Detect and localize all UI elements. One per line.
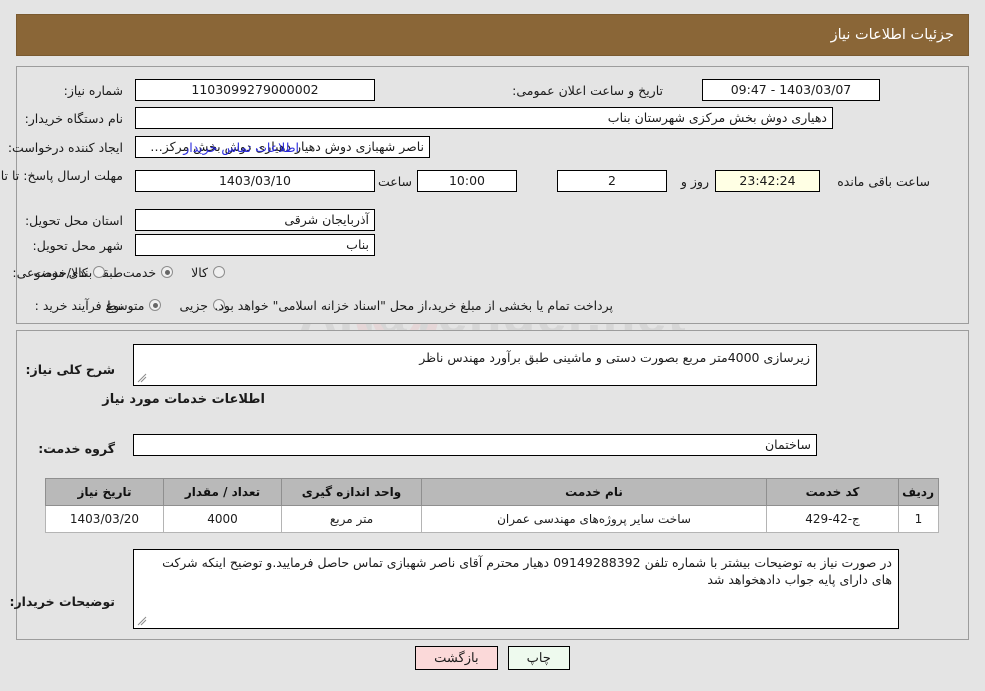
table-column-header-3: واحد اندازه گیری bbox=[281, 478, 422, 506]
city-label: شهر محل تحویل: bbox=[32, 237, 123, 253]
province-label-row: استان محل تحویل: bbox=[25, 209, 123, 231]
deadline-label: مهلت ارسال پاسخ: تا تاریخ: bbox=[0, 168, 123, 183]
process-option-label: جزیی bbox=[179, 297, 208, 313]
description-value: زیرسازی 4000متر مربع بصورت دستی و ماشینی… bbox=[419, 350, 810, 365]
deadline-hour-label-row: ساعت bbox=[378, 170, 412, 192]
resize-grip-icon bbox=[137, 373, 147, 383]
province-value: آذربایجان شرقی bbox=[135, 209, 375, 231]
announce-datetime-label-row: تاریخ و ساعت اعلان عمومی: bbox=[512, 79, 663, 101]
process-option-label: متوسط bbox=[105, 297, 145, 313]
days-and-label-row: روز و bbox=[681, 170, 709, 192]
announce-datetime-label: تاریخ و ساعت اعلان عمومی: bbox=[512, 82, 663, 98]
remaining-label-row: ساعت باقی مانده bbox=[837, 170, 930, 192]
announce-datetime-value: 1403/03/07 - 09:47 bbox=[702, 79, 880, 101]
table-cell-unit: متر مربع bbox=[281, 505, 422, 533]
service-group-label: گروه خدمت: bbox=[38, 440, 115, 456]
resize-grip-icon bbox=[137, 616, 147, 626]
province-label: استان محل تحویل: bbox=[24, 212, 123, 228]
need-number-value: 1103099279000002 bbox=[135, 79, 375, 101]
need-number-label: شماره نیاز: bbox=[63, 82, 123, 98]
buyer-notes-value: در صورت نیاز به توضیحات بیشتر با شماره ت… bbox=[162, 555, 892, 587]
page-title: جزئیات اطلاعات نیاز bbox=[830, 27, 954, 43]
services-section-heading: اطلاعات خدمات مورد نیاز bbox=[102, 392, 265, 407]
back-button[interactable]: بازگشت bbox=[415, 646, 498, 670]
city-label-row: شهر محل تحویل: bbox=[33, 234, 123, 256]
table-column-header-2: نام خدمت bbox=[421, 478, 767, 506]
deadline-label-row: مهلت ارسال پاسخ: تا تاریخ: bbox=[0, 166, 123, 204]
buyer-org-label: نام دستگاه خریدار: bbox=[24, 110, 123, 126]
contact-link-row[interactable]: اطلاعات تماس خریدار bbox=[183, 136, 299, 158]
deadline-date: 1403/03/10 bbox=[135, 170, 375, 192]
table-row: 1 ج-42-429 ساخت سایر پروژه‌های مهندسی عمرا… bbox=[45, 505, 939, 533]
table-column-header-0: ردیف bbox=[898, 478, 939, 506]
remaining-label: ساعت باقی مانده bbox=[837, 173, 930, 189]
requester-label-row: ایجاد کننده درخواست: bbox=[8, 136, 123, 158]
buyer-contact-link[interactable]: اطلاعات تماس خریدار bbox=[183, 140, 299, 155]
process-radio-group[interactable]: جزیی متوسط bbox=[87, 294, 225, 316]
print-button[interactable]: چاپ bbox=[507, 646, 570, 670]
buyer-notes-textarea[interactable]: در صورت نیاز به توضیحات بیشتر با شماره ت… bbox=[133, 549, 899, 629]
need-number-label-row: شماره نیاز: bbox=[64, 79, 123, 101]
table-column-header-4: تعداد / مقدار bbox=[163, 478, 282, 506]
table-cell-quantity: 4000 bbox=[163, 505, 282, 533]
footer-button-bar: بازگشت چاپ bbox=[0, 646, 985, 670]
process-note-row: پرداخت تمام یا بخشی از مبلغ خرید،از محل … bbox=[214, 294, 613, 316]
page-header-band: جزئیات اطلاعات نیاز bbox=[16, 14, 969, 56]
description-textarea[interactable]: زیرسازی 4000متر مربع بصورت دستی و ماشینی… bbox=[133, 344, 817, 386]
requester-label: ایجاد کننده درخواست: bbox=[7, 139, 123, 155]
buyer-notes-label-row: توضیحات خریدار: bbox=[9, 590, 115, 612]
radio-button-icon[interactable] bbox=[92, 266, 105, 278]
buyer-org-label-row: نام دستگاه خریدار: bbox=[25, 107, 123, 129]
radio-button-icon[interactable] bbox=[161, 266, 174, 278]
radio-button-icon[interactable] bbox=[213, 266, 225, 278]
deadline-hour-value: 10:00 bbox=[417, 170, 517, 192]
table-cell-service-name: ساخت سایر پروژه‌های مهندسی عمران bbox=[421, 505, 767, 533]
table-column-header-5: تاریخ نیاز bbox=[45, 478, 164, 506]
category-option-2[interactable]: کالا/خدمت bbox=[33, 264, 105, 280]
description-label-row: شرح کلی نیاز: bbox=[26, 358, 115, 380]
service-group-label-row: گروه خدمت: bbox=[38, 437, 115, 459]
need-info-panel bbox=[16, 66, 969, 324]
buyer-org-value: دهیاری دوش بخش مرکزی شهرستان بناب bbox=[135, 107, 833, 129]
table-cell-row-no: 1 bbox=[898, 505, 939, 533]
deadline-hour-label: ساعت bbox=[377, 173, 412, 189]
process-note: پرداخت تمام یا بخشی از مبلغ خرید،از محل … bbox=[214, 297, 613, 313]
category-option-label: خدمت bbox=[122, 264, 157, 280]
process-option-1[interactable]: متوسط bbox=[105, 297, 162, 313]
category-option-label: کالا/خدمت bbox=[33, 264, 88, 280]
city-value: بناب bbox=[135, 234, 375, 256]
services-table: ردیف کد خدمت نام خدمت واحد اندازه گیری تعداد… bbox=[45, 478, 939, 533]
table-column-header-1: کد خدمت bbox=[766, 478, 899, 506]
days-remaining-value: 2 bbox=[557, 170, 667, 192]
countdown-timer: 23:42:24 bbox=[715, 170, 820, 192]
category-option-label: کالا bbox=[191, 264, 208, 280]
table-cell-service-code: ج-42-429 bbox=[766, 505, 899, 533]
table-cell-need-date: 1403/03/20 bbox=[45, 505, 164, 533]
category-option-1[interactable]: خدمت bbox=[122, 264, 174, 280]
radio-button-icon[interactable] bbox=[149, 299, 162, 311]
buyer-notes-label: توضیحات خریدار: bbox=[9, 593, 115, 609]
description-label: شرح کلی نیاز: bbox=[25, 361, 115, 377]
category-radio-group[interactable]: کالا خدمت کالا/خدمت bbox=[15, 261, 225, 283]
category-option-0[interactable]: کالا bbox=[191, 265, 225, 280]
days-and-label: روز و bbox=[680, 173, 709, 189]
table-header-row: ردیف کد خدمت نام خدمت واحد اندازه گیری تعداد… bbox=[45, 478, 939, 506]
service-group-value: ساختمان bbox=[133, 434, 817, 456]
